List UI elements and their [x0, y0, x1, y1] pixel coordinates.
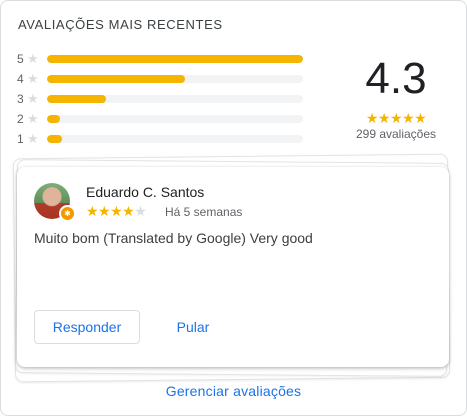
review-card: ✱ Eduardo C. Santos ★★★★★ Há 5 semanas M…	[17, 167, 449, 367]
histogram-bar-fill	[47, 55, 303, 63]
histogram-row: 1 ★	[17, 131, 307, 151]
rating-histogram: 5 ★ 4 ★ 3 ★ 2 ★ 1 ★	[17, 51, 307, 151]
histogram-row-label: 2	[17, 112, 24, 126]
average-rating: 4.3	[365, 54, 427, 103]
histogram-bar-fill	[47, 135, 63, 143]
histogram-bar-track	[47, 75, 303, 83]
histogram-bar-track	[47, 115, 303, 123]
rating-summary: 4.3 ★★★★★ 299 avaliações	[353, 54, 439, 142]
histogram-row-label: 5	[17, 52, 24, 66]
star-icon: ★	[27, 111, 39, 126]
reply-button[interactable]: Responder	[34, 310, 140, 344]
star-icon: ★	[27, 131, 39, 146]
star-filled-icon: ★★★★	[86, 203, 135, 219]
histogram-row: 4 ★	[17, 71, 307, 91]
review-text: Muito bom (Translated by Google) Very go…	[34, 230, 313, 246]
histogram-row-label: 4	[17, 72, 24, 86]
skip-button[interactable]: Pular	[161, 310, 225, 344]
star-empty-icon: ★	[134, 203, 147, 219]
section-title: AVALIAÇÕES MAIS RECENTES	[18, 17, 223, 32]
histogram-row: 5 ★	[17, 51, 307, 71]
average-stars-icon: ★★★★★	[365, 110, 427, 126]
histogram-row: 2 ★	[17, 111, 307, 131]
reviews-card: AVALIAÇÕES MAIS RECENTES 5 ★ 4 ★ 3 ★ 2 ★ 1 ★ 4.3 …	[0, 0, 467, 416]
histogram-bar-fill	[47, 95, 106, 103]
star-icon: ★	[27, 71, 39, 86]
star-icon: ★	[27, 91, 39, 106]
histogram-bar-track	[47, 55, 303, 63]
histogram-row-label: 1	[17, 132, 24, 146]
histogram-bar-fill	[47, 75, 186, 83]
manage-reviews-link[interactable]: Gerenciar avaliações	[1, 383, 466, 399]
review-count: 299 avaliações	[355, 127, 437, 141]
review-time: Há 5 semanas	[165, 205, 243, 219]
histogram-bar-track	[47, 135, 303, 143]
histogram-row: 3 ★	[17, 91, 307, 111]
histogram-row-label: 3	[17, 92, 24, 106]
histogram-bar-fill	[47, 115, 60, 123]
local-guide-badge-icon: ✱	[59, 205, 76, 222]
reviewer-name: Eduardo C. Santos	[86, 184, 205, 200]
review-stars: ★★★★★	[86, 203, 147, 219]
star-icon: ★	[27, 51, 39, 66]
histogram-bar-track	[47, 95, 303, 103]
